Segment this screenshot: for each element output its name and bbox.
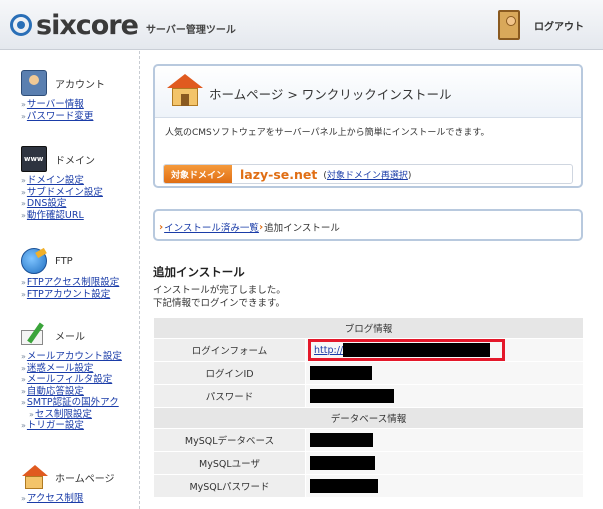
page-description: 人気のCMSソフトウェアをサーバーパネル上から簡単にインストールできます。 [165,128,490,138]
section-title: 追加インストール [153,265,245,279]
mysql-password-value [305,474,584,498]
sidebar-link-trigger-settings[interactable]: トリガー設定 [21,420,122,432]
database-info-header: データベース情報 [153,407,584,429]
sidebar-link-server-info[interactable]: サーバー情報 [21,99,105,111]
logout-door-icon [496,8,526,42]
one-click-install-panel: ホームページ > ワンクリックインストール 人気のCMSソフトウェアをサーバーパ… [153,64,583,188]
breadcrumb: › インストール済み一覧 › 追加インストール [159,220,340,235]
blog-info-header: ブログ情報 [153,317,584,339]
sidebar-link-domain-settings[interactable]: ドメイン設定 [21,175,103,187]
mysql-user-value [305,451,584,475]
sidebar: アカウント サーバー情報 パスワード変更 ドメイン ドメイン設定 サブドメイン設… [0,51,140,509]
breadcrumb-installed-list-link[interactable]: インストール済み一覧 [164,220,259,234]
sidebar-title-account: アカウント [55,79,105,91]
redacted-url [343,343,491,357]
login-form-label: ログインフォーム [153,338,306,362]
mysql-database-label: MySQLデータベース [153,428,306,452]
sidebar-link-mail-filter[interactable]: メールフィルタ設定 [21,374,122,386]
home-icon [21,464,48,490]
breadcrumb-arrow-icon: › [258,221,264,233]
top-header: sixcore サーバー管理ツール ログアウト [0,0,603,50]
sidebar-link-smtp-foreign-access[interactable]: SMTP認証の国外アク [21,397,122,409]
panel-header: ホームページ > ワンクリックインストール [155,66,581,118]
mail-icon [21,322,47,348]
sixcore-logo-mark-icon [10,14,32,36]
sidebar-link-access-limit[interactable]: アクセス制限 [21,493,115,505]
table-row: MySQLパスワード [153,474,584,498]
sidebar-link-mail-account[interactable]: メールアカウント設定 [21,351,122,363]
sidebar-link-ftp-account[interactable]: FTPアカウント設定 [21,289,119,301]
login-form-url-link[interactable]: http:// [314,345,343,356]
mysql-database-value [305,428,584,452]
sidebar-section-homepage: ホームページ アクセス制限 [21,463,115,505]
sidebar-link-subdomain-settings[interactable]: サブドメイン設定 [21,187,103,199]
page-title: ホームページ > ワンクリックインストール [209,87,452,102]
sidebar-link-ftp-access-limit[interactable]: FTPアクセス制限設定 [21,277,119,289]
redacted-password [310,389,394,403]
table-row: ログインフォーム http:// [153,338,584,362]
domain-reselect-link[interactable]: 対象ドメイン再選択 [327,171,408,181]
paren-close: ) [407,170,412,181]
login-form-value: http:// [305,338,584,362]
target-domain-badge: 対象ドメイン [164,165,233,183]
redacted-login-id [310,366,372,380]
globe-ftp-icon [21,248,47,274]
sidebar-title-ftp: FTP [55,255,73,267]
sidebar-link-dns-settings[interactable]: DNS設定 [21,198,103,210]
table-row: パスワード [153,384,584,408]
sidebar-link-auto-reply[interactable]: 自動応答設定 [21,386,122,398]
table-row: MySQLユーザ [153,451,584,475]
install-info-table: ブログ情報 ログインフォーム http:// ログインID パスワード データベ… [153,317,584,498]
mysql-user-label: MySQLユーザ [153,451,306,475]
login-info-message: 下記情報でログインできます。 [153,298,286,309]
sidebar-link-smtp-foreign-access-cont[interactable]: セス制限設定 [21,409,122,421]
sidebar-section-ftp: FTP FTPアクセス制限設定 FTPアカウント設定 [21,247,119,300]
table-row: ログインID [153,361,584,385]
www-domain-icon [21,146,47,172]
account-icon [21,70,47,96]
sidebar-section-mail: メール メールアカウント設定 迷惑メール設定 メールフィルタ設定 自動応答設定 … [21,321,122,432]
sidebar-title-mail: メール [55,331,85,343]
table-row: MySQLデータベース [153,428,584,452]
target-domain-name: lazy-se.net [240,166,318,182]
logout-button[interactable]: ログアウト [496,8,584,42]
redacted-mysql-user [310,456,375,470]
sixcore-logo[interactable]: sixcore サーバー管理ツール [10,9,236,41]
password-label: パスワード [153,384,306,408]
sidebar-title-homepage: ホームページ [55,473,115,485]
login-id-label: ログインID [153,361,306,385]
table-group-row: ブログ情報 [153,317,584,339]
sidebar-link-spam-settings[interactable]: 迷惑メール設定 [21,363,122,375]
table-group-row: データベース情報 [153,407,584,429]
sidebar-section-account: アカウント サーバー情報 パスワード変更 [21,69,105,122]
redacted-mysql-password [310,479,378,493]
redacted-mysql-database [310,433,373,447]
mysql-password-label: MySQLパスワード [153,474,306,498]
breadcrumb-panel: › インストール済み一覧 › 追加インストール [153,209,583,241]
sidebar-section-domain: ドメイン ドメイン設定 サブドメイン設定 DNS設定 動作確認URL [21,145,103,221]
breadcrumb-arrow-icon: › [159,221,164,233]
sidebar-link-password-change[interactable]: パスワード変更 [21,111,105,123]
sidebar-link-check-url[interactable]: 動作確認URL [21,210,103,222]
password-value [305,384,584,408]
logo-text: sixcore [36,9,139,41]
home-icon [167,74,203,108]
login-form-url-highlight: http:// [308,339,505,361]
breadcrumb-current: 追加インストール [264,223,340,234]
tool-subtitle: サーバー管理ツール [145,24,236,36]
logout-label: ログアウト [534,21,584,33]
login-id-value [305,361,584,385]
sidebar-title-domain: ドメイン [55,155,95,167]
install-complete-message: インストールが完了しました。 [153,285,286,296]
target-domain-bar: 対象ドメイン lazy-se.net (対象ドメイン再選択) [163,164,573,184]
